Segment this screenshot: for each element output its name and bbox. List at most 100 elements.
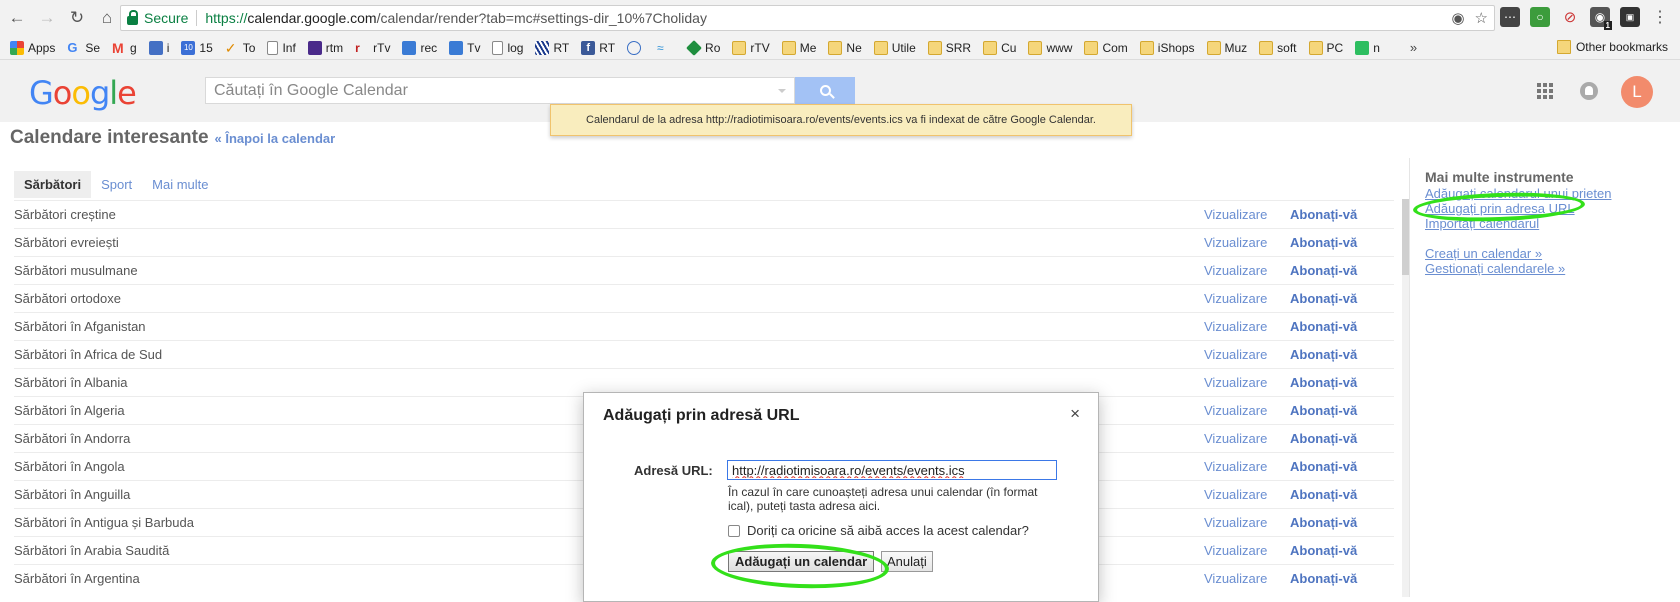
manage-calendars-link[interactable]: Gestionați calendarele » <box>1425 261 1675 276</box>
subscribe-link[interactable]: Abonați-vă <box>1290 375 1357 390</box>
other-bookmarks[interactable]: Other bookmarks <box>1556 40 1668 54</box>
bookmark-apps[interactable]: Apps <box>10 40 55 55</box>
bookmark-item[interactable]: rtm <box>307 40 343 55</box>
subscribe-link[interactable]: Abonați-vă <box>1290 319 1357 334</box>
bookmark-item[interactable]: Mg <box>112 41 137 55</box>
public-access-checkbox[interactable] <box>728 524 740 537</box>
url-input[interactable] <box>727 460 1057 480</box>
bookmark-item[interactable]: f RT <box>581 40 615 55</box>
bookmark-item[interactable]: 10 15 <box>181 40 213 55</box>
tv-icon <box>449 40 464 55</box>
omnibox-separator <box>196 10 198 26</box>
extension-terminal-icon[interactable]: ⋯ <box>1500 7 1520 27</box>
tab-sport[interactable]: Sport <box>91 171 142 198</box>
page-title: Calendare interesante « Înapoi la calenda… <box>10 127 336 148</box>
avatar[interactable]: L <box>1621 76 1653 108</box>
view-link[interactable]: Vizualizare <box>1204 263 1267 278</box>
extension-green-icon[interactable]: ○ <box>1530 7 1550 27</box>
subscribe-link[interactable]: Abonați-vă <box>1290 291 1357 306</box>
bookmark-item[interactable]: r rTv <box>355 41 390 55</box>
view-link[interactable]: Vizualizare <box>1204 487 1267 502</box>
public-access-label: Doriți ca oricine să aibă acces la acest… <box>747 523 1029 538</box>
subscribe-link[interactable]: Abonați-vă <box>1290 543 1357 558</box>
url-text[interactable]: https://calendar.google.com/calendar/ren… <box>205 10 707 26</box>
bookmark-item[interactable] <box>627 40 645 55</box>
bookmark-folder[interactable]: www <box>1028 40 1072 55</box>
folder-icon <box>1308 40 1323 55</box>
subscribe-link[interactable]: Abonați-vă <box>1290 487 1357 502</box>
notifications-bell-icon[interactable] <box>1580 82 1598 100</box>
bookmark-item[interactable]: ≈ <box>657 41 675 55</box>
bookmark-item[interactable]: Tv <box>449 40 480 55</box>
bookmark-item[interactable]: RT <box>535 40 569 55</box>
bookmark-item[interactable]: G Se <box>67 40 100 55</box>
view-link[interactable]: Vizualizare <box>1204 375 1267 390</box>
subscribe-link[interactable]: Abonați-vă <box>1290 515 1357 530</box>
bookmark-folder[interactable]: Cu <box>983 40 1016 55</box>
eye-icon[interactable]: ◉ <box>1451 9 1464 27</box>
extension-video-icon[interactable]: ▣ <box>1620 7 1640 27</box>
subscribe-link[interactable]: Abonați-vă <box>1290 347 1357 362</box>
globe-icon <box>627 40 642 55</box>
subscribe-link[interactable]: Abonați-vă <box>1290 207 1357 222</box>
extension-badge-icon[interactable]: ◉ 1 <box>1590 7 1612 30</box>
calendar-name: Sărbători în Argentina <box>14 571 140 586</box>
close-icon[interactable]: × <box>1070 404 1080 424</box>
view-link[interactable]: Vizualizare <box>1204 207 1267 222</box>
view-link[interactable]: Vizualizare <box>1204 571 1267 586</box>
folder-icon <box>1084 40 1099 55</box>
view-link[interactable]: Vizualizare <box>1204 431 1267 446</box>
bookmark-folder[interactable]: soft <box>1259 40 1297 55</box>
view-link[interactable]: Vizualizare <box>1204 543 1267 558</box>
create-calendar-link[interactable]: Creați un calendar » <box>1425 246 1675 261</box>
view-link[interactable]: Vizualizare <box>1204 459 1267 474</box>
view-link[interactable]: Vizualizare <box>1204 347 1267 362</box>
home-icon[interactable]: ⌂ <box>94 5 120 31</box>
subscribe-link[interactable]: Abonați-vă <box>1290 571 1357 586</box>
bookmark-item[interactable]: rec <box>402 40 437 55</box>
view-link[interactable]: Vizualizare <box>1204 515 1267 530</box>
subscribe-link[interactable]: Abonați-vă <box>1290 235 1357 250</box>
bookmark-folder[interactable]: PC <box>1308 40 1343 55</box>
forward-arrow-icon[interactable]: → <box>34 5 60 31</box>
apps-launcher-icon[interactable] <box>1537 83 1553 99</box>
bookmark-folder[interactable]: Me <box>781 40 816 55</box>
reload-icon[interactable]: ↻ <box>64 5 90 31</box>
bookmark-item[interactable]: i <box>148 40 169 55</box>
view-link[interactable]: Vizualizare <box>1204 319 1267 334</box>
view-link[interactable]: Vizualizare <box>1204 291 1267 306</box>
bookmark-folder[interactable]: Utile <box>873 40 916 55</box>
bookmark-folder[interactable]: Com <box>1084 40 1128 55</box>
star-icon[interactable]: ☆ <box>1475 9 1488 27</box>
bookmark-folder[interactable]: SRR <box>927 40 971 55</box>
tab-more[interactable]: Mai multe <box>142 171 218 198</box>
menu-icon[interactable]: ⋮ <box>1650 7 1670 27</box>
bookmark-folder[interactable]: Muz <box>1206 40 1247 55</box>
tab-holidays[interactable]: Sărbători <box>14 171 92 198</box>
bookmark-item[interactable]: log <box>492 40 523 55</box>
back-arrow-icon[interactable]: ← <box>4 5 30 31</box>
public-access-option[interactable]: Doriți ca oricine să aibă acces la acest… <box>728 523 1029 538</box>
view-link[interactable]: Vizualizare <box>1204 235 1267 250</box>
bookmark-item[interactable]: Inf <box>267 40 296 55</box>
back-to-calendar-link[interactable]: « Înapoi la calendar <box>215 131 336 146</box>
search-button[interactable] <box>795 77 855 104</box>
gmail-icon: M <box>112 39 124 56</box>
bookmarks-overflow-chevron-icon[interactable]: » <box>1410 40 1417 55</box>
folder-icon <box>1259 40 1274 55</box>
search-input[interactable]: Căutați în Google Calendar <box>205 77 795 104</box>
bookmark-item[interactable]: ✓ To <box>225 41 256 55</box>
bookmark-item[interactable]: Ro <box>686 39 720 56</box>
bookmark-item[interactable]: n <box>1355 40 1380 55</box>
bookmark-folder[interactable]: Ne <box>828 40 862 55</box>
extension-block-icon[interactable]: ⊘ <box>1560 7 1580 27</box>
subscribe-link[interactable]: Abonați-vă <box>1290 459 1357 474</box>
subscribe-link[interactable]: Abonați-vă <box>1290 431 1357 446</box>
bookmark-folder[interactable]: rTV <box>732 40 770 55</box>
subscribe-link[interactable]: Abonați-vă <box>1290 403 1357 418</box>
bookmark-folder[interactable]: iShops <box>1139 40 1195 55</box>
subscribe-link[interactable]: Abonați-vă <box>1290 263 1357 278</box>
google-logo[interactable]: Google <box>29 74 137 112</box>
address-bar[interactable]: Secure https://calendar.google.com/calen… <box>120 5 1495 31</box>
view-link[interactable]: Vizualizare <box>1204 403 1267 418</box>
